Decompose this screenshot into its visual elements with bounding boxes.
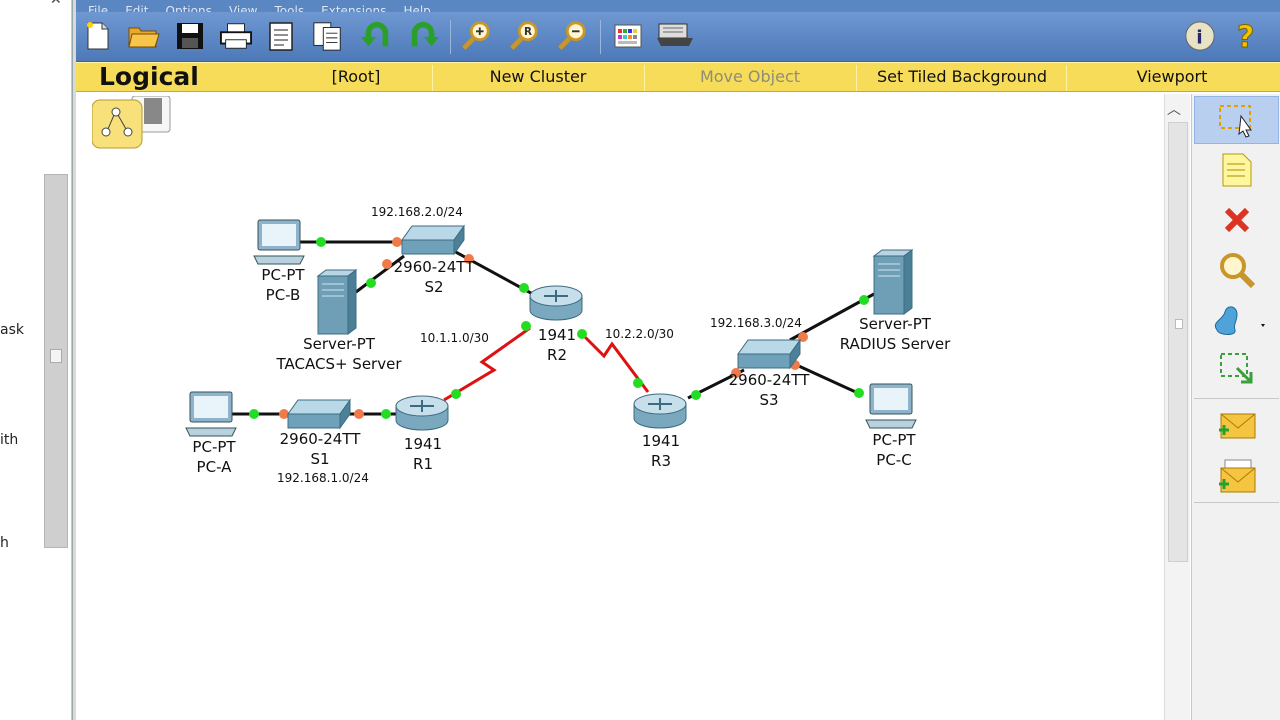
right-toolbar: [1191, 94, 1280, 720]
link-light: [633, 378, 643, 388]
pc-b-label[interactable]: PC-PT PC-B: [261, 265, 304, 305]
device-name: PC-B: [265, 286, 301, 304]
device-type: PC-PT: [872, 431, 916, 449]
router-icon: [633, 393, 687, 429]
link-light: [382, 259, 392, 269]
topology-diagram: [185, 219, 917, 437]
scroll-grip: [1175, 319, 1183, 329]
radius-label[interactable]: Server-PT RADIUS Server: [840, 314, 951, 354]
server-icon: [872, 249, 914, 315]
link-light: [249, 409, 259, 419]
r3-label[interactable]: 1941 R3: [642, 431, 680, 471]
tool-separator: [1194, 502, 1279, 503]
device-type: 1941: [403, 435, 443, 453]
device-type: 1941: [641, 432, 681, 450]
switch-icon: [401, 224, 465, 256]
resize-icon[interactable]: [1194, 346, 1279, 394]
pc-icon: [865, 383, 917, 429]
device-type: PC-PT: [192, 438, 236, 456]
delete-icon[interactable]: [1194, 196, 1279, 244]
scroll-up-arrow-icon[interactable]: ︿: [1167, 99, 1181, 119]
device-name: RADIUS Server: [839, 335, 951, 353]
s3-label[interactable]: 2960-24TT S3: [729, 370, 810, 410]
s1-label[interactable]: 2960-24TT S1: [280, 429, 361, 469]
device-name: PC-A: [196, 458, 232, 476]
r1-label[interactable]: 1941 R1: [404, 434, 442, 474]
inspect-icon[interactable]: [1194, 246, 1279, 294]
svg-text:i: i: [1196, 28, 1202, 49]
note-icon[interactable]: [1194, 146, 1279, 194]
scroll-thumb[interactable]: [1168, 122, 1188, 562]
add-simple-pdu-icon[interactable]: [1194, 402, 1279, 450]
device-type: PC-PT: [261, 266, 305, 284]
pc-a-label[interactable]: PC-PT PC-A: [192, 437, 235, 477]
network-label: 192.168.3.0/24: [710, 316, 802, 330]
link-light: [451, 389, 461, 399]
workspace-vertical-scrollbar[interactable]: [1164, 94, 1190, 720]
device-type: 1941: [537, 326, 577, 344]
link-light: [354, 409, 364, 419]
pc-c-label[interactable]: PC-PT PC-C: [872, 430, 915, 470]
device-name: S3: [759, 391, 779, 409]
help-icon[interactable]: ?: [1232, 20, 1264, 54]
s2-label[interactable]: 2960-24TT S2: [394, 257, 475, 297]
info-icon[interactable]: i: [1184, 20, 1216, 52]
network-label: 192.168.1.0/24: [277, 471, 369, 485]
device-name: S1: [310, 450, 330, 468]
device-name: TACACS+ Server: [276, 355, 402, 373]
link-light: [316, 237, 326, 247]
draw-shape-icon[interactable]: [1194, 296, 1279, 344]
router-icon: [529, 285, 583, 321]
router-icon: [395, 395, 449, 431]
network-label: 10.1.1.0/30: [420, 331, 489, 345]
device-type: 2960-24TT: [279, 430, 361, 448]
link-light: [577, 329, 587, 339]
link-light: [854, 388, 864, 398]
device-name: S2: [424, 278, 444, 296]
device-name: PC-C: [876, 451, 912, 469]
link-light: [521, 321, 531, 331]
switch-icon: [287, 398, 351, 430]
svg-text:?: ?: [1237, 20, 1254, 53]
device-name: R3: [651, 452, 671, 470]
link-light: [519, 283, 529, 293]
link-light: [859, 295, 869, 305]
server-icon: [316, 269, 358, 335]
link-light: [392, 237, 402, 247]
add-complex-pdu-icon[interactable]: [1194, 452, 1279, 500]
r2-label[interactable]: 1941 R2: [538, 325, 576, 365]
tacacs-label[interactable]: Server-PT TACACS+ Server: [277, 334, 402, 374]
switch-icon: [737, 338, 801, 370]
device-type: 2960-24TT: [393, 258, 475, 276]
tool-separator: [1194, 398, 1279, 399]
pc-icon: [185, 391, 237, 437]
device-name: R1: [413, 455, 433, 473]
link-light: [381, 409, 391, 419]
link-light: [366, 278, 376, 288]
network-label: 192.168.2.0/24: [371, 205, 463, 219]
device-type: Server-PT: [859, 315, 931, 333]
pc-icon: [253, 219, 305, 265]
device-name: R2: [547, 346, 567, 364]
select-icon[interactable]: [1194, 96, 1279, 144]
device-type: Server-PT: [303, 335, 375, 353]
link-light: [691, 390, 701, 400]
network-label: 10.2.2.0/30: [605, 327, 674, 341]
device-type: 2960-24TT: [728, 371, 810, 389]
